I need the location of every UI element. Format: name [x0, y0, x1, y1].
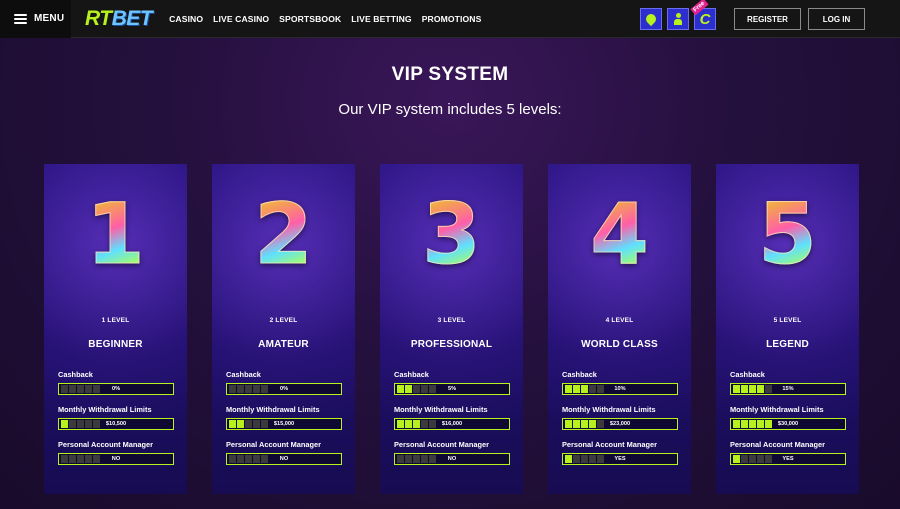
level-caption: 2 LEVEL [269, 317, 298, 324]
withdrawal-bar: $23,000 [562, 418, 678, 430]
manager-bar: NO [226, 453, 342, 465]
withdrawal-label: Monthly Withdrawal Limits [58, 405, 152, 414]
quick-icons: C Free [640, 0, 716, 30]
manager-value: NO [279, 456, 289, 462]
cashback-bar: 5% [394, 383, 510, 395]
coin-c-icon: C [699, 10, 711, 28]
cashback-label: Cashback [394, 370, 429, 379]
cashback-value: 10% [614, 386, 626, 392]
manager-bar: YES [730, 453, 846, 465]
withdrawal-value: $23,000 [609, 421, 631, 427]
page-title: VIP SYSTEM [391, 64, 509, 85]
top-navigation-bar: MENU RTBET CASINO LIVE CASINO SPORTSBOOK… [0, 0, 900, 38]
nav-promotions[interactable]: PROMOTIONS [422, 14, 482, 24]
withdrawal-bar: $15,000 [226, 418, 342, 430]
level-number-graphic: 2 [212, 192, 355, 277]
withdrawal-value: $15,000 [273, 421, 295, 427]
manager-label: Personal Account Manager [562, 440, 658, 449]
vip-level-card: 5 5 LEVEL LEGEND Cashback 15% Monthly Wi… [716, 164, 859, 494]
vip-level-card: 4 4 LEVEL WORLD CLASS Cashback 10% Month… [548, 164, 691, 494]
vip-level-card: 1 1 LEVEL BEGINNER Cashback 0% Monthly W… [44, 164, 187, 494]
manager-bar: NO [394, 453, 510, 465]
level-number-graphic: 5 [716, 192, 859, 277]
cashback-value: 0% [279, 386, 289, 392]
withdrawal-value: $16,000 [441, 421, 463, 427]
logo-rt: RT [85, 7, 112, 30]
main-nav: CASINO LIVE CASINO SPORTSBOOK LIVE BETTI… [169, 14, 481, 24]
withdrawal-bar: $10,500 [58, 418, 174, 430]
level-name: LEGEND [766, 339, 809, 350]
level-caption: 3 LEVEL [437, 317, 466, 324]
manager-value: YES [614, 456, 626, 462]
manager-value: YES [782, 456, 794, 462]
vip-levels-list: 1 1 LEVEL BEGINNER Cashback 0% Monthly W… [44, 164, 859, 494]
level-name: BEGINNER [88, 339, 143, 350]
manager-value: NO [447, 456, 457, 462]
cashback-value: 0% [111, 386, 121, 392]
level-caption: 1 LEVEL [101, 317, 130, 324]
vip-level-card: 2 2 LEVEL AMATEUR Cashback 0% Monthly Wi… [212, 164, 355, 494]
withdrawal-value: $30,000 [777, 421, 799, 427]
level-caption: 4 LEVEL [605, 317, 634, 324]
nav-casino[interactable]: CASINO [169, 14, 203, 24]
level-name: AMATEUR [258, 339, 309, 350]
cashback-label: Cashback [562, 370, 597, 379]
manager-value: NO [111, 456, 121, 462]
cashback-label: Cashback [730, 370, 765, 379]
cashback-value: 5% [447, 386, 457, 392]
user-icon [674, 13, 682, 25]
cashback-bar: 15% [730, 383, 846, 395]
withdrawal-label: Monthly Withdrawal Limits [226, 405, 320, 414]
manager-label: Personal Account Manager [730, 440, 826, 449]
withdrawal-label: Monthly Withdrawal Limits [562, 405, 656, 414]
page-subtitle: Our VIP system includes 5 levels: [338, 101, 562, 118]
nav-live-betting[interactable]: LIVE BETTING [351, 14, 411, 24]
login-button[interactable]: LOG IN [808, 8, 865, 30]
site-logo[interactable]: RTBET [85, 7, 153, 30]
register-button[interactable]: REGISTER [734, 8, 801, 30]
manager-bar: NO [58, 453, 174, 465]
manager-label: Personal Account Manager [226, 440, 322, 449]
hamburger-icon [14, 13, 27, 24]
level-caption: 5 LEVEL [773, 317, 802, 324]
nav-live-casino[interactable]: LIVE CASINO [213, 14, 269, 24]
withdrawal-label: Monthly Withdrawal Limits [730, 405, 824, 414]
level-number-graphic: 4 [548, 192, 691, 277]
nav-sportsbook[interactable]: SPORTSBOOK [279, 14, 341, 24]
cashback-value: 15% [782, 386, 794, 392]
level-name: PROFESSIONAL [410, 339, 493, 350]
profile-button[interactable] [667, 8, 689, 30]
free-coins-button[interactable]: C Free [690, 0, 716, 30]
level-number-graphic: 1 [44, 192, 187, 277]
withdrawal-bar: $16,000 [394, 418, 510, 430]
manager-bar: YES [562, 453, 678, 465]
withdrawal-value: $10,500 [105, 421, 127, 427]
cashback-label: Cashback [226, 370, 261, 379]
withdrawal-bar: $30,000 [730, 418, 846, 430]
cashback-label: Cashback [58, 370, 93, 379]
vip-level-card: 3 3 LEVEL PROFESSIONAL Cashback 5% Month… [380, 164, 523, 494]
manager-label: Personal Account Manager [394, 440, 490, 449]
location-button[interactable] [640, 8, 662, 30]
level-number-graphic: 3 [380, 192, 523, 277]
manager-label: Personal Account Manager [58, 440, 154, 449]
withdrawal-label: Monthly Withdrawal Limits [394, 405, 488, 414]
cashback-bar: 0% [226, 383, 342, 395]
location-pin-icon [643, 11, 659, 27]
level-name: WORLD CLASS [581, 339, 658, 350]
menu-label: MENU [34, 13, 65, 24]
cashback-bar: 0% [58, 383, 174, 395]
cashback-bar: 10% [562, 383, 678, 395]
logo-bet: BET [111, 7, 153, 30]
menu-button[interactable]: MENU [0, 0, 71, 38]
